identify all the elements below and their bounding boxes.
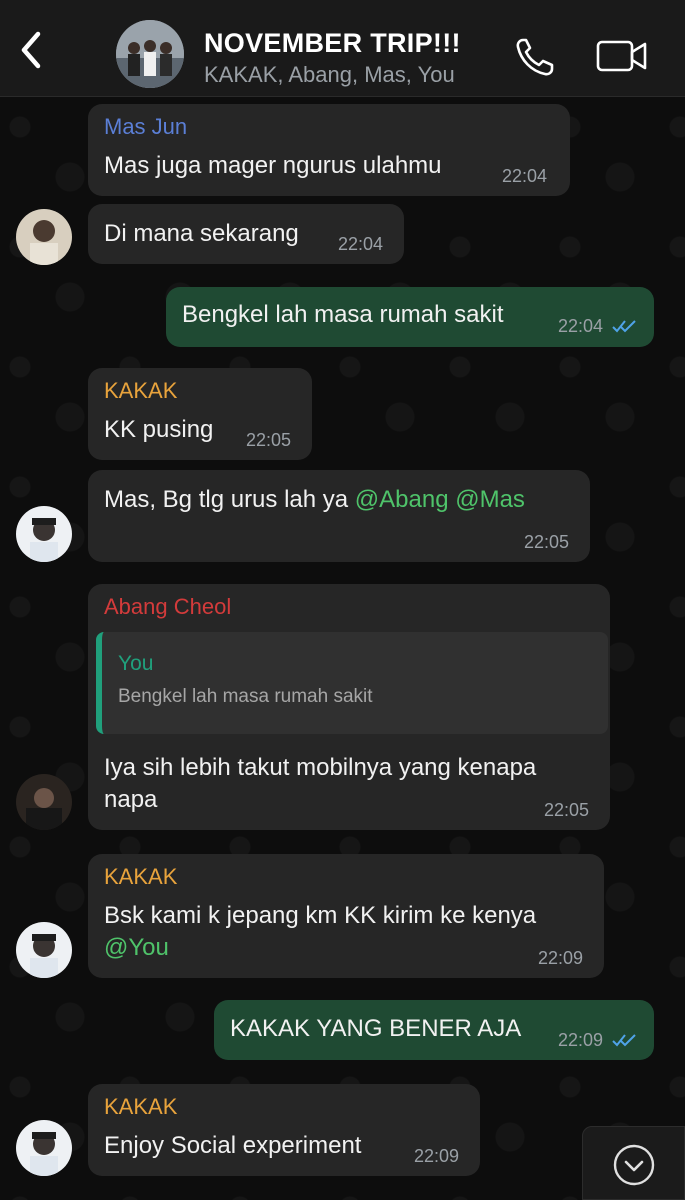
scroll-to-bottom-button[interactable] [582, 1126, 685, 1200]
mention-link[interactable]: @You [104, 932, 169, 964]
chat-participants[interactable]: KAKAK, Abang, Mas, You [204, 62, 455, 88]
message-time: 22:09 [558, 1030, 604, 1050]
message-time: 22:09 [414, 1146, 460, 1166]
message-text: Mas juga mager ngurus ulahmu [104, 152, 442, 179]
mention-link[interactable]: @Mas [455, 486, 525, 513]
message-text: KAKAK YANG BENER AJA [230, 1015, 522, 1042]
message-bubble[interactable]: Mas, Bg tlg urus lah ya @Abang @Mas 22:0… [88, 470, 590, 562]
chat-header: NOVEMBER TRIP!!! KAKAK, Abang, Mas, You [0, 0, 685, 97]
message-time: 22:04 [558, 316, 604, 336]
avatar[interactable] [16, 922, 72, 978]
quote-text: Bengkel lah masa rumah sakit [118, 686, 373, 707]
avatar[interactable] [16, 1120, 72, 1176]
message-text: Di mana sekarang [104, 220, 299, 247]
message-bubble[interactable]: KAKAK Bsk kami k jepang km KK kirim ke k… [88, 854, 604, 978]
message-bubble[interactable]: Mas Jun Mas juga mager ngurus ulahmu 22:… [88, 104, 570, 196]
message-text: napa [104, 786, 158, 813]
message-bubble[interactable]: KAKAK KK pusing 22:05 [88, 368, 312, 460]
message-time: 22:09 [538, 948, 584, 968]
read-receipt-icon [612, 1034, 636, 1047]
sender-name: KAKAK [104, 864, 178, 889]
sender-name: Mas Jun [104, 114, 188, 139]
mention-link[interactable]: @Abang [355, 486, 449, 513]
avatar[interactable] [16, 774, 72, 830]
video-call-icon[interactable] [596, 38, 648, 74]
message-bubble[interactable]: Bengkel lah masa rumah sakit 22:04 [166, 287, 654, 347]
sender-name: Abang Cheol [104, 594, 232, 619]
message-text: Enjoy Social experiment [104, 1132, 362, 1159]
message-bubble[interactable]: Di mana sekarang 22:04 [88, 204, 404, 264]
group-avatar[interactable] [116, 20, 184, 88]
chat-title[interactable]: NOVEMBER TRIP!!! [204, 28, 461, 59]
message-text: Mas, Bg tlg urus lah ya @Abang @Mas [104, 484, 525, 516]
message-text: Bsk kami k jepang km KK kirim ke kenya [104, 902, 537, 929]
message-time: 22:05 [246, 430, 292, 450]
message-bubble[interactable]: KAKAK Enjoy Social experiment 22:09 [88, 1084, 480, 1176]
message-text: Bengkel lah masa rumah sakit [182, 301, 504, 328]
message-text-part: Mas, Bg tlg urus lah ya [104, 486, 355, 513]
message-text: KK pusing [104, 416, 214, 443]
message-bubble[interactable]: KAKAK YANG BENER AJA 22:09 [214, 1000, 654, 1060]
quoted-message[interactable]: You Bengkel lah masa rumah sakit [96, 632, 608, 734]
message-time: 22:04 [338, 234, 384, 254]
sender-name: KAKAK [104, 1094, 178, 1119]
message-text: Iya sih lebih takut mobilnya yang kenapa [104, 754, 537, 781]
message-time: 22:05 [544, 800, 590, 820]
back-arrow-icon[interactable] [14, 30, 50, 70]
sender-name: KAKAK [104, 378, 178, 403]
phone-call-icon[interactable] [514, 36, 556, 78]
read-receipt-icon [612, 320, 636, 333]
message-time: 22:04 [502, 166, 548, 186]
message-time: 22:05 [524, 532, 570, 552]
avatar[interactable] [16, 506, 72, 562]
quote-author: You [118, 652, 154, 675]
chevron-down-icon [613, 1144, 655, 1186]
avatar[interactable] [16, 209, 72, 265]
